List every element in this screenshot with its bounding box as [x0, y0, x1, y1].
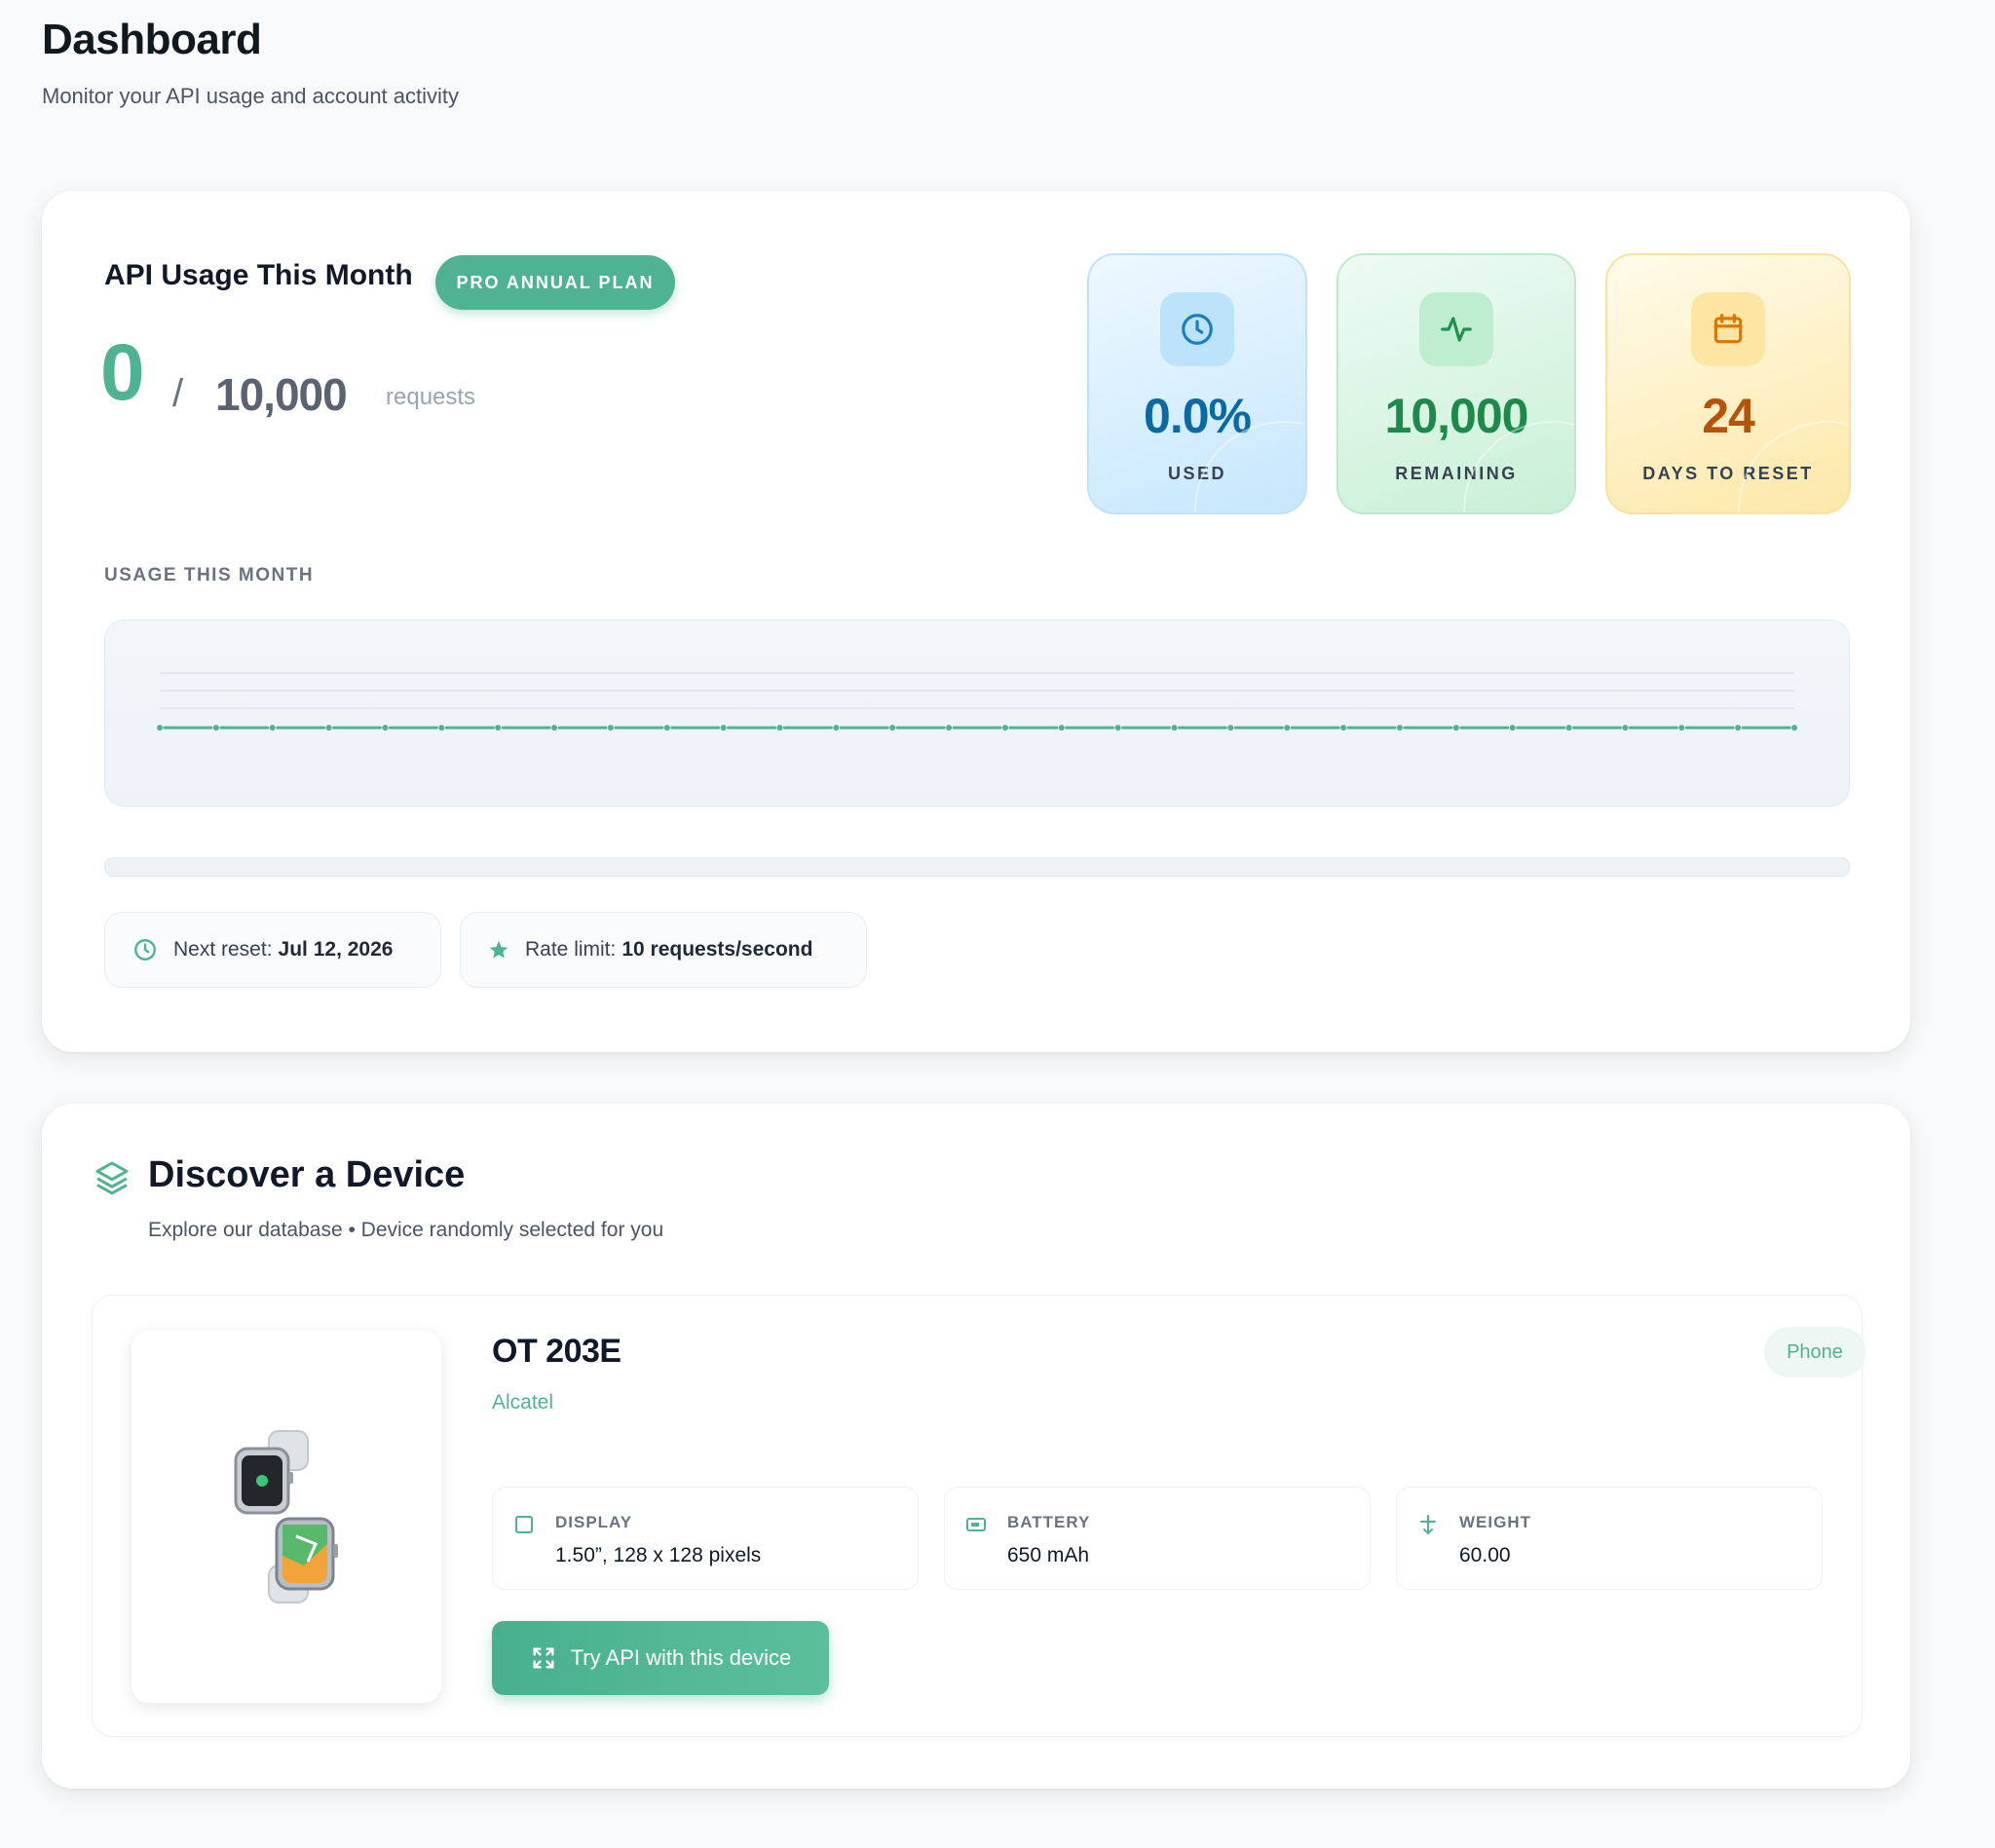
page-title: Dashboard [42, 16, 262, 63]
rate-limit-pill: Rate limit: 10 requests/second [460, 912, 867, 988]
stat-days-to-reset-label: DAYS TO RESET [1642, 464, 1814, 483]
chart-point [1284, 725, 1291, 731]
usage-chart [104, 620, 1850, 807]
stat-days-to-reset-value: 24 [1702, 389, 1755, 443]
chart-point [1227, 725, 1234, 731]
rate-limit-label: Rate limit: [525, 938, 617, 961]
chart-point [1396, 725, 1403, 731]
clock-icon [1160, 292, 1234, 366]
spec-weight-label: WEIGHT [1459, 1513, 1531, 1531]
discover-title: Discover a Device [148, 1154, 466, 1195]
display-icon [512, 1513, 536, 1536]
activity-icon [1419, 292, 1493, 366]
chart-point [1678, 725, 1685, 731]
chart-point [325, 725, 332, 731]
chart-point [1735, 725, 1742, 731]
spec-display-label: DISPLAY [555, 1513, 633, 1531]
try-api-label: Try API with this device [570, 1645, 792, 1670]
spec-battery-value: 650 mAh [1007, 1544, 1090, 1566]
stat-remaining-card: 10,000 REMAINING [1336, 253, 1576, 514]
page-subtitle: Monitor your API usage and account activ… [42, 84, 460, 108]
layers-icon [93, 1158, 132, 1202]
discover-subtitle: Explore our database • Device randomly s… [148, 1219, 664, 1241]
usage-chart-svg [157, 672, 1797, 731]
chart-point [212, 725, 219, 731]
try-api-button[interactable]: Try API with this device [492, 1621, 829, 1695]
usage-progress-bar [104, 857, 1850, 877]
spec-battery: BATTERY 650 mAh [944, 1487, 1371, 1590]
stat-used-value: 0.0% [1144, 389, 1252, 443]
chart-point [720, 725, 727, 731]
chart-point [776, 725, 783, 731]
used-requests-count: 0 [100, 328, 145, 417]
usage-title: API Usage This Month [104, 259, 413, 291]
star-icon [488, 939, 509, 961]
discover-device-card: Discover a Device Explore our database •… [42, 1104, 1910, 1789]
weight-icon [1416, 1513, 1440, 1536]
chart-point [607, 725, 614, 731]
chart-point [946, 725, 953, 731]
chart-point [438, 725, 445, 731]
chart-point [1114, 725, 1121, 731]
chart-point [1452, 725, 1459, 731]
expand-icon [530, 1644, 557, 1672]
chart-point [1509, 725, 1516, 731]
next-reset-label: Next reset: [173, 938, 273, 961]
spec-display-value: 1.50”, 128 x 128 pixels [555, 1544, 762, 1566]
clock-icon [132, 937, 158, 962]
api-usage-card: API Usage This Month PRO ANNUAL PLAN 0 /… [42, 191, 1910, 1052]
next-reset-pill: Next reset: Jul 12, 2026 [104, 912, 441, 988]
chart-point [833, 725, 840, 731]
device-card: OT 203E Alcatel Phone DISPLAY 1.50”, 128… [92, 1295, 1865, 1737]
usage-separator: / [172, 372, 184, 415]
smartwatch-image [234, 1430, 338, 1603]
chart-point [1791, 725, 1797, 731]
spec-weight: WEIGHT 60.00 [1396, 1487, 1823, 1590]
device-brand[interactable]: Alcatel [492, 1391, 553, 1414]
chart-point [1340, 725, 1347, 731]
chart-point [889, 725, 896, 731]
plan-badge: PRO ANNUAL PLAN [435, 255, 675, 310]
device-name: OT 203E [492, 1333, 621, 1370]
chart-point [1058, 725, 1065, 731]
usage-chart-label: USAGE THIS MONTH [104, 565, 315, 585]
chart-point [269, 725, 276, 731]
chart-point [382, 725, 389, 731]
stat-used-label: USED [1167, 464, 1226, 483]
chart-point [1622, 725, 1629, 731]
chart-point [157, 725, 163, 731]
chart-point [495, 725, 502, 731]
calendar-icon [1691, 292, 1765, 366]
device-type-badge: Phone [1764, 1327, 1865, 1377]
rate-limit-value: 10 requests/second [621, 938, 813, 961]
stat-days-to-reset-card: 24 DAYS TO RESET [1605, 253, 1851, 514]
stat-remaining-label: REMAINING [1395, 464, 1518, 483]
chart-point [1565, 725, 1572, 731]
stat-used-card: 0.0% USED [1087, 253, 1307, 514]
stat-remaining-value: 10,000 [1384, 389, 1529, 443]
requests-unit: requests [386, 384, 476, 410]
chart-point [1001, 725, 1008, 731]
device-image [132, 1331, 441, 1703]
battery-icon [964, 1513, 988, 1536]
chart-point [663, 725, 670, 731]
next-reset-value: Jul 12, 2026 [278, 938, 394, 961]
chart-point [551, 725, 558, 731]
spec-display: DISPLAY 1.50”, 128 x 128 pixels [492, 1487, 919, 1590]
chart-point [1171, 725, 1178, 731]
spec-weight-value: 60.00 [1459, 1544, 1511, 1566]
request-limit: 10,000 [215, 369, 348, 420]
spec-battery-label: BATTERY [1007, 1513, 1091, 1531]
